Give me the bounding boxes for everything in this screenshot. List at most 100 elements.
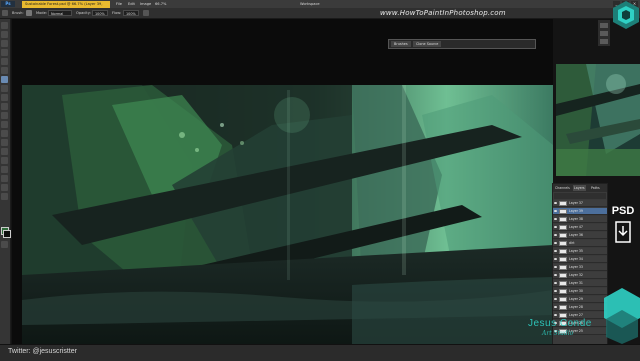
layer-row[interactable]: Layer 38: [553, 216, 607, 223]
layer-row[interactable]: Layer 33: [553, 264, 607, 271]
clone-source-tab[interactable]: Clone Source: [413, 41, 442, 47]
eye-icon[interactable]: [554, 226, 557, 228]
studio-logo-icon: [613, 1, 639, 29]
layer-thumbnail: [559, 257, 567, 262]
eye-icon[interactable]: [554, 306, 557, 308]
layer-row[interactable]: Layer 39: [553, 208, 607, 215]
twitter-handle: Twitter: @jesuscristter: [8, 348, 77, 355]
menu-file[interactable]: File: [116, 1, 122, 7]
flow-label: Flow:: [112, 11, 122, 15]
layer-row[interactable]: dirt: [553, 240, 607, 247]
path-select-tool-icon[interactable]: [1, 157, 8, 164]
brushes-tab[interactable]: Brushes: [391, 41, 411, 47]
floating-panel-tabs: Brushes Clone Source: [388, 39, 536, 49]
dodge-tool-icon[interactable]: [1, 130, 8, 137]
workspace-menu[interactable]: Workspace: [300, 1, 320, 7]
eye-icon[interactable]: [554, 218, 557, 220]
layer-name: Layer 47: [569, 225, 583, 229]
3d-tool-icon[interactable]: [1, 175, 8, 182]
crop-tool-icon[interactable]: [1, 58, 8, 65]
document-tab[interactable]: Sustainable Forest.psd @ 66.7% (Layer 39…: [22, 1, 110, 13]
eye-icon[interactable]: [554, 258, 557, 260]
layer-name: Layer 33: [569, 265, 583, 269]
mode-select[interactable]: Normal: [48, 10, 72, 16]
eye-icon[interactable]: [554, 282, 557, 284]
quick-select-tool-icon[interactable]: [1, 49, 8, 56]
navigator-icon[interactable]: [600, 23, 608, 28]
layer-row[interactable]: Layer 34: [553, 256, 607, 263]
layer-name: Layer 29: [569, 297, 583, 301]
layer-row[interactable]: Layer 28: [553, 304, 607, 311]
toolbox: [0, 19, 11, 344]
layer-name: Layer 39: [569, 209, 583, 213]
brush-tool-icon[interactable]: [1, 76, 8, 83]
opacity-field[interactable]: 100%: [92, 10, 108, 16]
move-tool-icon[interactable]: [1, 22, 8, 29]
eye-icon[interactable]: [554, 290, 557, 292]
shape-tool-icon[interactable]: [1, 166, 8, 173]
flow-field[interactable]: 100%: [123, 10, 139, 16]
layer-thumbnail: [559, 273, 567, 278]
eye-icon[interactable]: [554, 210, 557, 212]
brush-preset-picker[interactable]: [26, 10, 32, 16]
layer-row[interactable]: Layer 29: [553, 296, 607, 303]
eye-icon[interactable]: [554, 266, 557, 268]
history-brush-tool-icon[interactable]: [1, 94, 8, 101]
layers-list: Layer 37 Layer 39 Layer 38 Layer 47 Layer 36…: [553, 200, 607, 336]
tab-layers[interactable]: Layers: [573, 185, 586, 191]
brand-hexagon-icon: [604, 288, 640, 344]
layer-name: dirt: [569, 241, 575, 245]
layer-row[interactable]: Layer 31: [553, 280, 607, 287]
brush-tool-icon[interactable]: [2, 10, 8, 16]
photoshop-app-icon[interactable]: Ps: [1, 1, 15, 7]
layer-thumbnail: [559, 209, 567, 214]
gradient-tool-icon[interactable]: [1, 112, 8, 119]
eye-icon[interactable]: [554, 274, 557, 276]
layer-thumbnail: [559, 281, 567, 286]
layer-row[interactable]: Layer 37: [553, 200, 607, 207]
layer-name: Layer 32: [569, 273, 583, 277]
histogram-icon[interactable]: [600, 31, 608, 36]
eye-icon[interactable]: [554, 250, 557, 252]
zoom-tool-icon[interactable]: [1, 193, 8, 200]
airbrush-icon[interactable]: [143, 10, 149, 16]
hand-tool-icon[interactable]: [1, 184, 8, 191]
clone-stamp-tool-icon[interactable]: [1, 85, 8, 92]
eye-icon[interactable]: [554, 234, 557, 236]
lasso-tool-icon[interactable]: [1, 40, 8, 47]
layer-row[interactable]: Layer 36: [553, 232, 607, 239]
tab-paths[interactable]: Paths: [590, 185, 601, 191]
quick-mask-icon[interactable]: [1, 241, 8, 248]
background-color-swatch[interactable]: [3, 230, 11, 238]
layer-name: Layer 28: [569, 305, 583, 309]
layer-name: Layer 36: [569, 233, 583, 237]
zoom-level[interactable]: 66.7%: [155, 1, 166, 7]
menu-image[interactable]: Image: [140, 1, 151, 7]
eye-icon[interactable]: [554, 314, 557, 316]
layer-blend-controls[interactable]: [554, 193, 606, 199]
layer-thumbnail: [559, 305, 567, 310]
layer-name: Layer 37: [569, 201, 583, 205]
layer-row[interactable]: Layer 32: [553, 272, 607, 279]
blur-tool-icon[interactable]: [1, 121, 8, 128]
tab-channels[interactable]: Channels: [554, 185, 571, 191]
marquee-tool-icon[interactable]: [1, 31, 8, 38]
eye-icon[interactable]: [554, 298, 557, 300]
info-icon[interactable]: [600, 39, 608, 44]
status-bar: [0, 344, 640, 361]
eraser-tool-icon[interactable]: [1, 103, 8, 110]
layer-name: Layer 31: [569, 281, 583, 285]
layer-thumbnail: [559, 297, 567, 302]
forest-painting-canvas[interactable]: [22, 85, 553, 344]
eyedropper-tool-icon[interactable]: [1, 67, 8, 74]
layer-thumbnail: [559, 233, 567, 238]
panel-icons-strip: [598, 20, 610, 46]
type-tool-icon[interactable]: [1, 148, 8, 155]
eye-icon[interactable]: [554, 202, 557, 204]
layer-row[interactable]: Layer 30: [553, 288, 607, 295]
eye-icon[interactable]: [554, 242, 557, 244]
layer-row[interactable]: Layer 47: [553, 224, 607, 231]
pen-tool-icon[interactable]: [1, 139, 8, 146]
layer-row[interactable]: Layer 35: [553, 248, 607, 255]
menu-edit[interactable]: Edit: [128, 1, 135, 7]
